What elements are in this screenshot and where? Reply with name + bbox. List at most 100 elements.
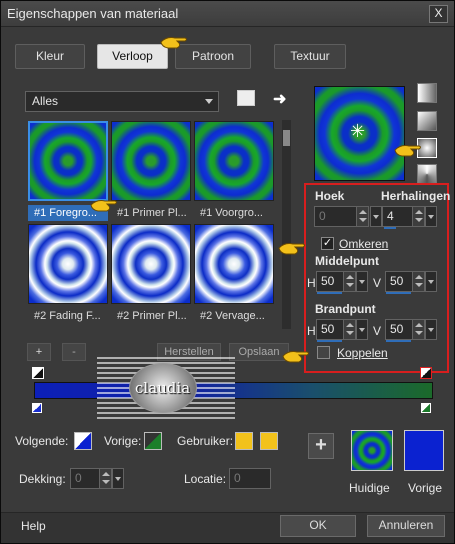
material-properties-dialog: Eigenschappen van materiaal X Kleur Verl… [0,0,455,544]
watermark-text: claudia [135,379,191,397]
focal-label: Brandpunt [315,302,376,316]
add-swatch-button[interactable]: + [308,433,334,459]
tab-textuur[interactable]: Textuur [274,44,346,69]
remove-gradient-button[interactable]: - [62,343,86,361]
pointing-hand-icon [90,200,117,212]
invert-checkbox[interactable]: ✓ [321,237,334,250]
focal-v-label: V [373,324,382,338]
pointing-hand-icon [278,243,305,255]
previous-swatch[interactable] [404,430,444,471]
gradient-thumbnail-image [111,121,191,201]
invert-label: Omkeren [339,237,389,251]
pointing-hand-icon [394,145,421,157]
focal-v-value: 50 [390,322,404,336]
gradient-thumbnail[interactable]: #2 Vervage... [194,224,274,322]
gradient-stop-start[interactable] [32,367,44,379]
gradient-thumbnail-caption: #1 Primer Pl... [117,207,187,219]
scrollbar-thumb[interactable] [283,130,290,146]
category-select[interactable]: Alles [25,91,219,112]
gradient-thumbnail-image [28,224,108,304]
arrow-right-icon[interactable]: ➜ [273,89,286,109]
user-color-swatch-2[interactable] [260,432,278,450]
color-stop-left[interactable] [32,403,42,413]
center-v-value: 50 [390,274,404,288]
focal-v-input[interactable]: 50 [385,319,425,340]
footer: Help OK Annuleren [1,512,454,543]
prev-label: Vorige: [104,434,142,448]
gradient-thumbnail[interactable]: #2 Fading F... [28,224,108,322]
prev-color-swatch[interactable] [144,432,162,450]
center-v-dropdown[interactable] [425,271,437,292]
center-h-input[interactable]: 50 [316,271,356,292]
pointing-hand-icon [160,37,187,49]
opacity-label: Dekking: [19,472,66,486]
tab-kleur[interactable]: Kleur [15,44,85,69]
repeats-slider[interactable] [384,227,396,229]
gradient-thumbnail[interactable]: #2 Primer Pl... [111,224,191,322]
window-title: Eigenschappen van materiaal [7,6,179,21]
repeats-value: 4 [387,209,394,223]
center-h-dropdown[interactable] [356,271,368,292]
linear-style-icon[interactable] [417,83,437,103]
gradient-thumbnail-image [194,121,274,201]
pointing-hand-icon [282,351,309,363]
center-v-label: V [373,276,382,290]
gradient-stop-end[interactable] [420,367,432,379]
current-swatch[interactable] [351,430,393,471]
tab-verloop[interactable]: Verloop [97,44,168,69]
gradient-thumbnail[interactable]: #1 Foregro... [28,121,108,221]
focal-h-dropdown[interactable] [356,319,368,340]
file-list-icon[interactable] [237,90,255,106]
next-color-swatch[interactable] [74,432,92,450]
opacity-input[interactable]: 0 [70,468,112,489]
focal-h-slider[interactable] [317,340,342,342]
help-link[interactable]: Help [21,519,46,533]
link-checkbox[interactable] [317,346,330,359]
rectangular-style-icon[interactable] [417,111,437,131]
focal-v-dropdown[interactable] [425,319,437,340]
repeats-input[interactable]: 4 [382,206,425,227]
angle-dropdown[interactable] [370,206,382,227]
save-gradient-button[interactable]: Opslaan [229,343,289,361]
center-v-input[interactable]: 50 [385,271,425,292]
gradient-thumbnail-caption: #2 Vervage... [200,310,265,322]
gradient-thumbnail-image [28,121,108,201]
repeats-dropdown[interactable] [425,206,437,227]
current-label: Huidige [349,481,390,495]
previous-label: Vorige [408,481,443,495]
user-label: Gebruiker: [177,434,234,448]
location-input[interactable]: 0 [229,468,271,489]
gradient-thumbnail-image [111,224,191,304]
color-stop-right[interactable] [421,403,431,413]
focal-h-label: H [307,324,316,338]
location-label: Locatie: [184,472,227,486]
center-marker-icon: ✳ [350,121,366,141]
cancel-button[interactable]: Annuleren [367,515,445,537]
center-h-slider[interactable] [317,292,342,294]
next-label: Volgende: [15,434,69,448]
ok-button[interactable]: OK [280,515,356,537]
center-h-label: H [307,276,316,290]
add-gradient-button[interactable]: + [27,343,51,361]
gradient-thumbnail[interactable]: #1 Voorgro... [194,121,274,219]
gradient-thumbnail-caption: #2 Primer Pl... [117,310,187,322]
sunburst-style-icon[interactable] [417,164,437,184]
gradient-thumbnail[interactable]: #1 Primer Pl... [111,121,191,219]
user-color-swatch[interactable] [235,432,253,450]
thumbnail-scrollbar[interactable] [282,120,291,329]
close-button[interactable]: X [429,5,448,23]
angle-value: 0 [319,209,326,223]
title-bar: Eigenschappen van materiaal X [1,1,454,27]
center-v-slider[interactable] [386,292,411,294]
opacity-dropdown[interactable] [112,468,124,489]
angle-label: Hoek [315,189,345,203]
gradient-thumbnail-caption: #2 Fading F... [34,310,101,322]
focal-h-value: 50 [321,322,335,336]
angle-input[interactable]: 0 [314,206,369,227]
focal-h-input[interactable]: 50 [316,319,356,340]
location-value: 0 [234,471,241,485]
focal-v-slider[interactable] [386,340,411,342]
link-label: Koppelen [337,346,388,360]
repeats-label: Herhalingen [381,189,451,203]
category-select-value: Alles [32,94,59,108]
